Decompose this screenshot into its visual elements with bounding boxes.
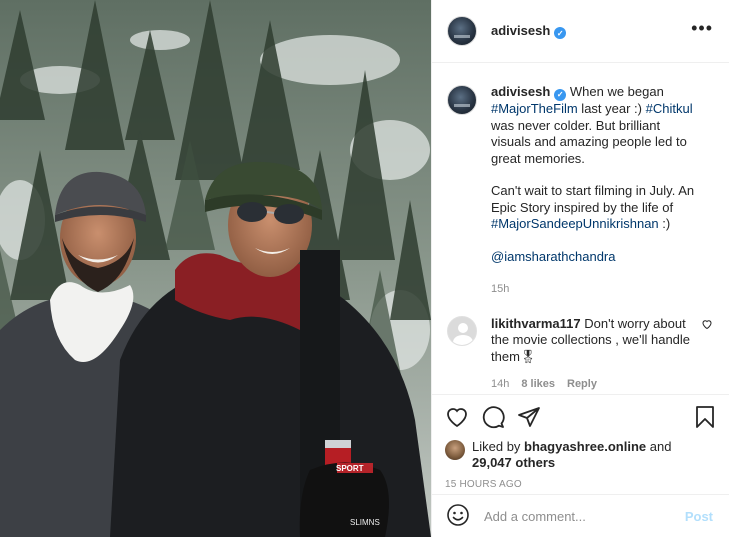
post-timestamp[interactable]: 15 HOURS AGO [445,479,717,490]
glove-label: SLIMNS [350,518,380,527]
liked-by-user[interactable]: bhagyashree.online [524,439,646,454]
author-username[interactable]: adivisesh [491,23,550,38]
caption-time[interactable]: 15h [491,281,697,298]
caption-avatar[interactable] [447,85,477,115]
liked-by-mid: and [646,439,672,454]
caption-text-1: When we began [566,84,664,99]
author-avatar[interactable] [447,16,477,46]
caption-username[interactable]: adivisesh [491,84,550,99]
likes-summary: Liked by bhagyashree.online and 29,047 o… [445,439,717,471]
add-comment-input[interactable]: Add a comment... [484,509,586,524]
post-header: adivisesh ✓ ••• [432,0,729,63]
more-options-icon[interactable]: ••• [691,19,713,43]
caption-text-3: was never colder. But brilliant visuals … [491,117,687,166]
caption: adivisesh ✓ When we began #MajorTheFilm l… [447,84,713,298]
hashtag-link[interactable]: #Chitkul [646,101,693,116]
caption-text-5: :) [658,216,671,232]
comments-section: adivisesh ✓ When we began #MajorTheFilm l… [432,64,729,394]
comment-time[interactable]: 14h [491,378,509,390]
likes-others-count[interactable]: 29,047 others [472,455,555,470]
comment-like-heart-icon[interactable] [701,318,713,333]
caption-text-2: last year :) [577,101,646,117]
caption-body: adivisesh ✓ When we began #MajorTheFilm l… [491,84,697,298]
photo-illustration [0,0,431,537]
hashtag-link[interactable]: #MajorSandeepUnnikrishnan [491,216,659,231]
caption-text-4: Can't wait to start filming in July. An … [491,183,695,215]
comment-bubble-icon[interactable] [481,405,505,429]
comment-likes[interactable]: 8 likes [521,378,555,390]
post-comment-button[interactable]: Post [685,509,713,524]
likes-text: Liked by bhagyashree.online and 29,047 o… [472,439,671,471]
mention-link[interactable]: @iamsharathchandra [491,249,615,264]
comment-username[interactable]: likithvarma117 [491,316,581,331]
author-username-row[interactable]: adivisesh ✓ [491,23,567,40]
comment-body: likithvarma117 Don't worry about the mov… [491,316,697,393]
emoji-smiley-icon[interactable] [446,503,470,530]
liker-avatar[interactable] [445,440,465,460]
can-label: SPORT [336,464,364,473]
share-paper-plane-icon[interactable] [517,405,541,429]
post-photo[interactable]: SPORT SLIMNS [0,0,431,537]
hashtag-link[interactable]: #MajorTheFilm [491,101,578,116]
liked-by-prefix: Liked by [472,439,525,454]
post-side-panel: adivisesh ✓ ••• adivisesh ✓ When we began … [431,0,729,537]
comment-item: likithvarma117 Don't worry about the mov… [447,315,713,393]
action-icons [445,401,717,433]
post-actions: Liked by bhagyashree.online and 29,047 o… [432,394,729,490]
comment-meta: 14h 8 likes Reply [491,376,697,393]
like-heart-icon[interactable] [445,405,469,429]
bookmark-save-icon[interactable] [693,405,717,429]
medal-emoji: 🎖 [519,348,537,364]
commenter-avatar[interactable] [447,315,477,346]
reply-button[interactable]: Reply [567,378,597,390]
verified-badge-icon: ✓ [554,27,567,40]
add-comment-bar: Add a comment... Post [432,494,729,537]
verified-badge-icon: ✓ [554,89,567,102]
